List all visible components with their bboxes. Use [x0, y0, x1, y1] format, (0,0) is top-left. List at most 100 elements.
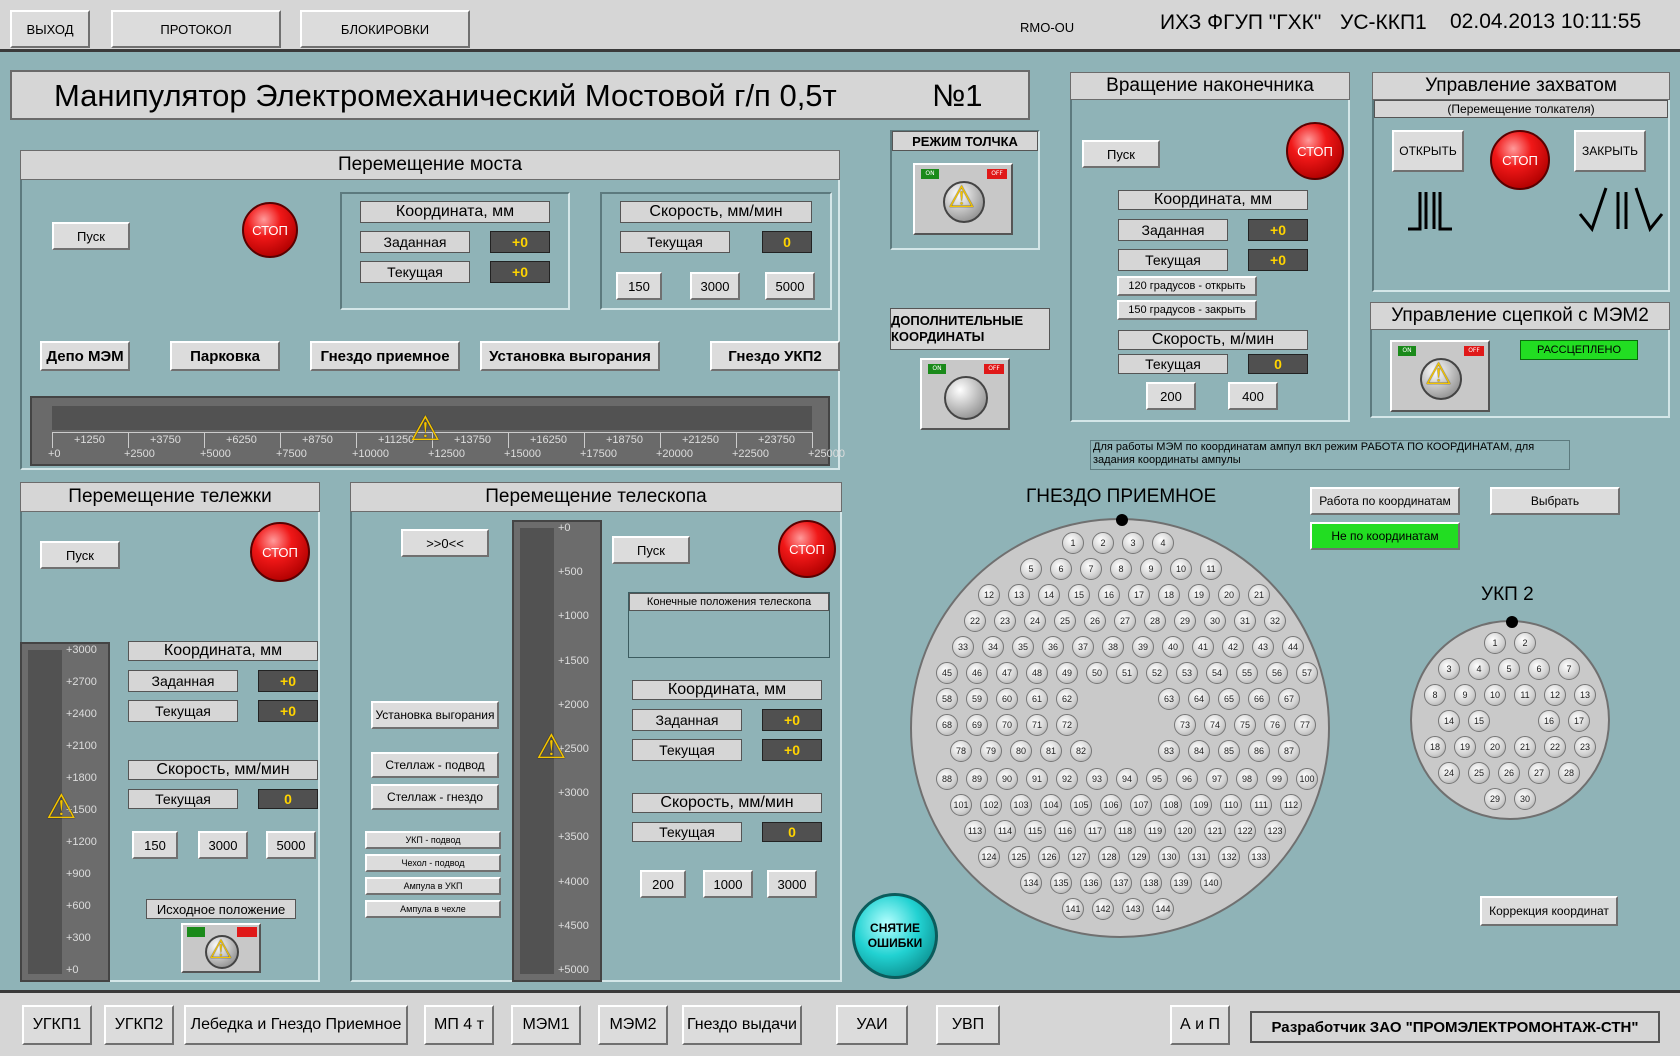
receiver-slot[interactable]: 9 — [1140, 558, 1162, 580]
receiver-slot[interactable]: 86 — [1248, 740, 1270, 762]
nav-winch-button[interactable]: Лебедка и Гнездо Приемное — [184, 1005, 408, 1045]
telescope-stop-button[interactable]: СТОП — [778, 520, 836, 578]
receiver-slot[interactable]: 116 — [1054, 820, 1076, 842]
locks-button[interactable]: БЛОКИРОВКИ — [300, 10, 470, 48]
receiver-slot[interactable]: 65 — [1218, 688, 1240, 710]
receiver-slot[interactable]: 101 — [950, 794, 972, 816]
protocol-button[interactable]: ПРОТОКОЛ — [111, 10, 281, 48]
receiver-slot[interactable]: 44 — [1282, 636, 1304, 658]
jog-switch[interactable]: ON OFF ⚠ — [913, 163, 1013, 235]
receiver-slot[interactable]: 100 — [1296, 768, 1318, 790]
receiver-slot[interactable]: 141 — [1062, 898, 1084, 920]
telescope-speed-200-button[interactable]: 200 — [640, 870, 686, 898]
receiver-slot[interactable]: 128 — [1098, 846, 1120, 868]
receiver-slot[interactable]: 6 — [1050, 558, 1072, 580]
receiver-slot[interactable]: 114 — [994, 820, 1016, 842]
receiver-slot[interactable]: 143 — [1122, 898, 1144, 920]
receiver-slot[interactable]: 124 — [978, 846, 1000, 868]
extra-coords-switch[interactable]: ON OFF — [920, 358, 1010, 430]
receiver-slot[interactable]: 24 — [1024, 610, 1046, 632]
nav-output-button[interactable]: Гнездо выдачи — [682, 1005, 802, 1045]
receiver-slot[interactable]: 120 — [1174, 820, 1196, 842]
receiver-slot[interactable]: 104 — [1040, 794, 1062, 816]
pos-ukp2-button[interactable]: Гнездо УКП2 — [710, 341, 840, 371]
nav-mem1-button[interactable]: МЭМ1 — [511, 1005, 581, 1045]
receiver-slot[interactable]: 138 — [1140, 872, 1162, 894]
nav-uvp-button[interactable]: УВП — [936, 1005, 1000, 1045]
reset-errors-button[interactable]: СНЯТИЕ ОШИБКИ — [852, 893, 938, 979]
select-button[interactable]: Выбрать — [1490, 487, 1620, 515]
receiver-slot[interactable]: 89 — [966, 768, 988, 790]
receiver-slot[interactable]: 61 — [1026, 688, 1048, 710]
pos-parking-button[interactable]: Парковка — [170, 341, 280, 371]
receiver-slot[interactable]: 72 — [1056, 714, 1078, 736]
receiver-slot[interactable]: 12 — [978, 584, 1000, 606]
receiver-slot[interactable]: 25 — [1054, 610, 1076, 632]
receiver-slot[interactable]: 82 — [1070, 740, 1092, 762]
receiver-slot[interactable]: 122 — [1234, 820, 1256, 842]
ukp-slot[interactable]: 2 — [1514, 632, 1536, 654]
receiver-slot[interactable]: 31 — [1234, 610, 1256, 632]
ukp-slot[interactable]: 1 — [1484, 632, 1506, 654]
receiver-slot[interactable]: 85 — [1218, 740, 1240, 762]
receiver-slot[interactable]: 127 — [1068, 846, 1090, 868]
receiver-slot[interactable]: 38 — [1102, 636, 1124, 658]
ukp-slot[interactable]: 28 — [1558, 762, 1580, 784]
receiver-slot[interactable]: 11 — [1200, 558, 1222, 580]
receiver-slot[interactable]: 84 — [1188, 740, 1210, 762]
rotation-stop-button[interactable]: СТОП — [1286, 122, 1344, 180]
receiver-slot[interactable]: 35 — [1012, 636, 1034, 658]
receiver-slot[interactable]: 1 — [1062, 532, 1084, 554]
receiver-slot[interactable]: 73 — [1174, 714, 1196, 736]
extra-coords-knob[interactable] — [944, 376, 988, 420]
receiver-slot[interactable]: 123 — [1264, 820, 1286, 842]
receiver-slot[interactable]: 29 — [1174, 610, 1196, 632]
receiver-slot[interactable]: 115 — [1024, 820, 1046, 842]
receiver-slot[interactable]: 40 — [1162, 636, 1184, 658]
receiver-slot[interactable]: 102 — [980, 794, 1002, 816]
ukp-slot[interactable]: 23 — [1574, 736, 1596, 758]
receiver-slot[interactable]: 4 — [1152, 532, 1174, 554]
nav-mem2-button[interactable]: МЭМ2 — [598, 1005, 668, 1045]
trolley-stop-button[interactable]: СТОП — [250, 522, 310, 582]
receiver-slot[interactable]: 58 — [936, 688, 958, 710]
receiver-slot[interactable]: 14 — [1038, 584, 1060, 606]
receiver-slot[interactable]: 131 — [1188, 846, 1210, 868]
receiver-slot[interactable]: 87 — [1278, 740, 1300, 762]
bridge-speed-150-button[interactable]: 150 — [616, 272, 662, 300]
bridge-start-button[interactable]: Пуск — [52, 222, 130, 250]
receiver-slot[interactable]: 77 — [1294, 714, 1316, 736]
telescope-center-button[interactable]: >>0<< — [401, 529, 489, 557]
receiver-slot[interactable]: 13 — [1008, 584, 1030, 606]
coupling-switch[interactable]: ON OFF ⚠ — [1390, 340, 1490, 412]
receiver-slot[interactable]: 64 — [1188, 688, 1210, 710]
ukp-slot[interactable]: 8 — [1424, 684, 1446, 706]
receiver-slot[interactable]: 90 — [996, 768, 1018, 790]
rotation-speed-400-button[interactable]: 400 — [1228, 382, 1278, 410]
receiver-slot[interactable]: 15 — [1068, 584, 1090, 606]
telescope-pos-ampoule-case-button[interactable]: Ампула в чехле — [365, 900, 501, 918]
nav-ugkp2-button[interactable]: УГКП2 — [104, 1005, 174, 1045]
ukp-slot[interactable]: 27 — [1528, 762, 1550, 784]
receiver-slot[interactable]: 50 — [1086, 662, 1108, 684]
telescope-pos-rack-socket-button[interactable]: Стеллаж - гнездо — [371, 784, 499, 810]
bridge-stop-button[interactable]: СТОП — [242, 202, 298, 258]
mode-by-coords-button[interactable]: Работа по координатам — [1310, 487, 1460, 515]
receiver-slot[interactable]: 19 — [1188, 584, 1210, 606]
ukp-slot[interactable]: 24 — [1438, 762, 1460, 784]
receiver-slot[interactable]: 18 — [1158, 584, 1180, 606]
receiver-slot[interactable]: 21 — [1248, 584, 1270, 606]
receiver-slot[interactable]: 97 — [1206, 768, 1228, 790]
receiver-slot[interactable]: 88 — [936, 768, 958, 790]
receiver-slot[interactable]: 96 — [1176, 768, 1198, 790]
receiver-slot[interactable]: 60 — [996, 688, 1018, 710]
receiver-slot[interactable]: 136 — [1080, 872, 1102, 894]
receiver-slot[interactable]: 56 — [1266, 662, 1288, 684]
trolley-speed-5000-button[interactable]: 5000 — [266, 831, 316, 859]
receiver-slot[interactable]: 47 — [996, 662, 1018, 684]
receiver-slot[interactable]: 67 — [1278, 688, 1300, 710]
rotation-close-150-button[interactable]: 150 градусов - закрыть — [1117, 300, 1257, 320]
receiver-slot[interactable]: 51 — [1116, 662, 1138, 684]
receiver-slot[interactable]: 98 — [1236, 768, 1258, 790]
ukp-slot[interactable]: 11 — [1514, 684, 1536, 706]
